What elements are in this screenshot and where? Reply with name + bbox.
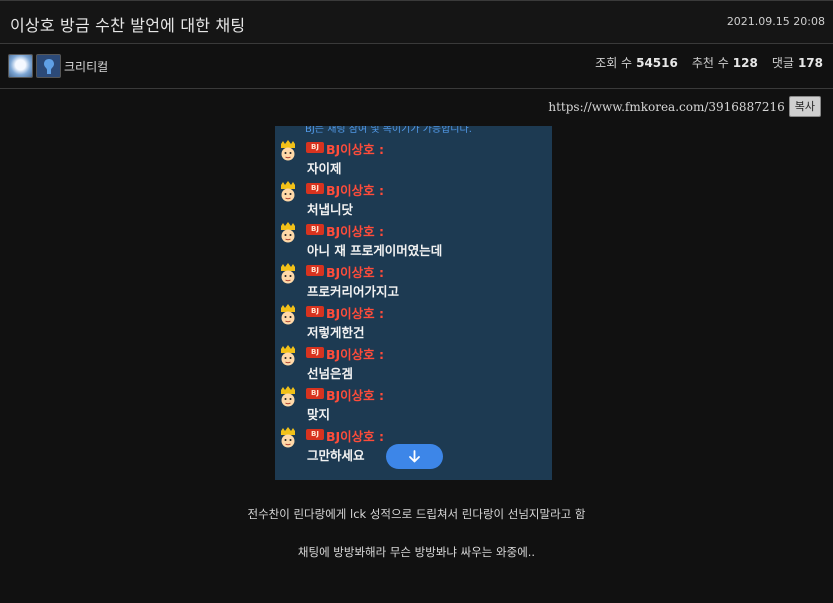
bj-badge: BJ <box>306 306 324 317</box>
author-name[interactable]: 크리티컬 <box>64 58 108 75</box>
comments-count: 178 <box>797 56 823 70</box>
chat-message-text: 맞지 <box>307 407 331 422</box>
views-count: 54516 <box>636 56 678 70</box>
crown-avatar-icon <box>278 140 298 162</box>
chat-message: BJ BJ이상호 : 선넘은겜 <box>275 345 552 386</box>
likes-stat: 추천 수 128 <box>692 54 758 71</box>
chat-username: BJ이상호 : <box>326 306 385 321</box>
chat-message-text: 선넘은겜 <box>307 366 354 381</box>
chat-message: BJ BJ이상호 : 프로커리어가지고 <box>275 263 552 304</box>
avatar[interactable] <box>8 54 33 78</box>
chat-notice: BJ는 채팅 참여 및 목이기가 가능합니다. <box>305 126 472 135</box>
likes-count: 128 <box>732 56 758 70</box>
chat-message-text: 프로커리어가지고 <box>307 284 400 299</box>
post-meta: 크리티컬 조회 수 54516 추천 수 128 댓글 178 <box>0 44 833 89</box>
url-row: https://www.fmkorea.com/3916887216 복사 <box>548 96 821 117</box>
views-stat: 조회 수 54516 <box>595 54 678 71</box>
level-icon <box>36 54 61 78</box>
post-url[interactable]: https://www.fmkorea.com/3916887216 <box>548 100 784 114</box>
post-title: 이상호 방금 수찬 발언에 대한 채팅 <box>10 16 246 35</box>
chat-message-text: 처냅니닷 <box>307 202 354 217</box>
chat-username: BJ이상호 : <box>326 388 385 403</box>
bj-badge: BJ <box>306 388 324 399</box>
comments-stat[interactable]: 댓글 178 <box>772 54 823 71</box>
bj-badge: BJ <box>306 224 324 235</box>
arrow-down-icon <box>409 450 420 463</box>
bj-badge: BJ <box>306 347 324 358</box>
views-label: 조회 수 <box>595 56 633 70</box>
chat-message: BJ BJ이상호 : 처냅니닷 <box>275 181 552 222</box>
crown-avatar-icon <box>278 263 298 285</box>
chat-message: BJ BJ이상호 : 아니 재 프로게이머였는데 <box>275 222 552 263</box>
bj-badge: BJ <box>306 429 324 440</box>
chat-message-text: 자이제 <box>307 161 342 176</box>
bj-badge: BJ <box>306 265 324 276</box>
chat-username: BJ이상호 : <box>326 429 385 444</box>
chat-message-text: 그만하세요 <box>307 448 365 463</box>
bj-badge: BJ <box>306 183 324 194</box>
post-date: 2021.09.15 20:08 <box>726 15 825 28</box>
chat-screenshot: BJ는 채팅 참여 및 목이기가 가능합니다. BJ BJ이상호 : 자이제 BJ BJ… <box>275 126 552 480</box>
likes-label: 추천 수 <box>691 56 729 70</box>
chat-username: BJ이상호 : <box>326 265 385 280</box>
post-stats: 조회 수 54516 추천 수 128 댓글 178 <box>595 54 823 71</box>
crown-avatar-icon <box>278 304 298 326</box>
chat-message-text: 아니 재 프로게이머였는데 <box>307 243 443 258</box>
post-header: 이상호 방금 수찬 발언에 대한 채팅 2021.09.15 20:08 <box>0 0 833 44</box>
chat-username: BJ이상호 : <box>326 142 385 157</box>
crown-avatar-icon <box>278 222 298 244</box>
crown-avatar-icon <box>278 345 298 367</box>
chat-username: BJ이상호 : <box>326 347 385 362</box>
chat-message: BJ BJ이상호 : 저렇게한건 <box>275 304 552 345</box>
chat-message: BJ BJ이상호 : 맞지 <box>275 386 552 427</box>
scroll-down-button[interactable] <box>386 444 443 469</box>
chat-username: BJ이상호 : <box>326 224 385 239</box>
chat-username: BJ이상호 : <box>326 183 385 198</box>
body-text-line-2: 채팅에 방방봐해라 무슨 방방봐냐 싸우는 와중에.. <box>297 545 536 559</box>
bj-badge: BJ <box>306 142 324 153</box>
chat-message-text: 저렇게한건 <box>307 325 365 340</box>
crown-avatar-icon <box>278 427 298 449</box>
crown-avatar-icon <box>278 386 298 408</box>
body-text-line-1: 전수찬이 린다랑에게 lck 성적으로 드립쳐서 린다랑이 선넘지말라고 함 <box>247 507 586 521</box>
copy-button[interactable]: 복사 <box>788 96 821 117</box>
crown-avatar-icon <box>278 181 298 203</box>
chat-message: BJ BJ이상호 : 자이제 <box>275 140 552 181</box>
comments-label: 댓글 <box>771 56 794 70</box>
